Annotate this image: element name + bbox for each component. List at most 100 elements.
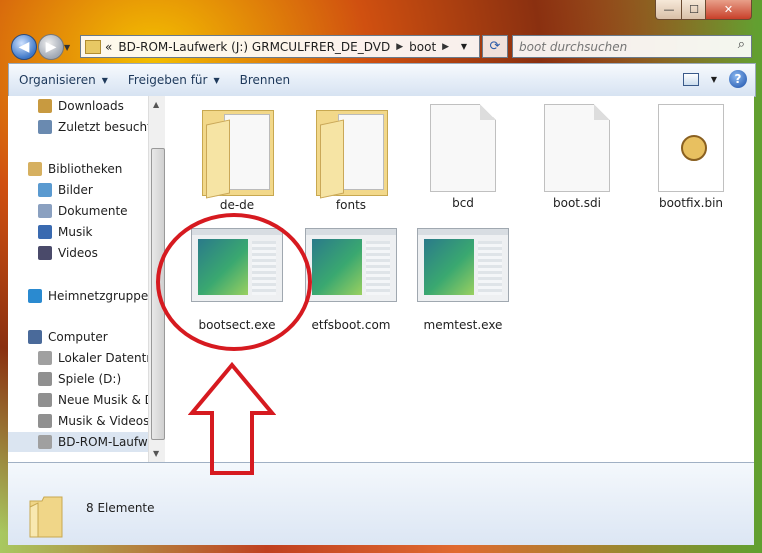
sidebar-item-icon [38,393,52,407]
sidebar-item-label: BD-ROM-Laufwerk [58,435,148,449]
sidebar-item-icon [38,120,52,134]
title-bar: — ☐ ✕ [0,0,762,30]
help-button[interactable]: ? [729,70,747,88]
close-button[interactable]: ✕ [705,0,752,20]
organize-button[interactable]: Organisieren ▼ [9,73,118,87]
sidebar-item-label: Downloads [58,99,124,113]
sidebar-item[interactable]: Musik & Videos ( [8,411,148,431]
breadcrumb-boot[interactable]: boot [409,40,436,54]
sidebar-item-icon [38,414,52,428]
chevron-right-icon[interactable]: ▶ [396,42,403,52]
sidebar-item[interactable]: Bilder [8,180,148,200]
address-overflow[interactable]: « [105,40,112,54]
command-bar: Organisieren ▼ Freigeben für ▼ Brennen ▼ ? [8,63,756,97]
sidebar-item-icon [38,246,52,260]
share-button[interactable]: Freigeben für ▼ [118,73,230,87]
address-bar[interactable]: « BD-ROM-Laufwerk (J:) GRMCULFRER_DE_DVD… [80,35,480,58]
organize-label: Organisieren [19,73,96,87]
forward-arrow-icon: ▶ [45,39,57,55]
sidebar-item-label: Bibliotheken [48,162,123,176]
file-item[interactable]: bcd [413,104,513,210]
sidebar-item-label: Videos [58,246,98,260]
minimize-button[interactable]: — [655,0,683,20]
burn-label: Brennen [239,73,291,87]
back-arrow-icon: ◀ [18,39,30,55]
chevron-right-icon[interactable]: ▶ [442,42,449,52]
search-box[interactable]: ⌕ [512,35,752,58]
folder-icon [85,39,101,54]
sidebar-item-icon [28,289,42,303]
sidebar-item[interactable]: Lokaler Datenträ [8,348,148,368]
scroll-up-icon[interactable]: ▲ [153,100,159,109]
sidebar-item[interactable]: Heimnetzgruppe [8,286,148,306]
sidebar-item-icon [28,330,42,344]
details-pane: 8 Elemente [8,462,754,545]
sidebar-item[interactable]: Bibliotheken [8,159,148,179]
back-button[interactable]: ◀ [11,34,37,60]
search-input[interactable] [513,38,731,55]
document-icon [430,104,496,192]
search-icon[interactable]: ⌕ [738,37,745,52]
sidebar-item[interactable]: Neue Musik & Di [8,390,148,410]
sidebar-item-label: Musik [58,225,93,239]
sidebar-item-label: Spiele (D:) [58,372,122,386]
sidebar-item-icon [38,183,52,197]
highlight-circle [156,213,312,351]
document-icon [544,104,610,192]
sidebar-item[interactable]: Computer [8,327,148,347]
binary-file-icon [658,104,724,192]
file-name: boot.sdi [552,196,602,210]
application-icon [305,228,397,302]
up-arrow-annotation [188,361,276,475]
file-item[interactable]: memtest.exe [413,228,513,332]
view-dropdown-icon[interactable]: ▼ [711,75,717,84]
sidebar-item-icon [38,435,52,449]
sidebar-item[interactable]: Musik [8,222,148,242]
view-options-icon[interactable] [682,72,699,86]
file-name: bootfix.bin [658,196,724,210]
dropdown-arrow-icon: ▼ [101,75,108,85]
sidebar-item[interactable]: Spiele (D:) [8,369,148,389]
share-label: Freigeben für [127,73,208,87]
file-name: fonts [335,198,367,212]
file-item[interactable]: fonts [301,104,401,212]
sidebar-item[interactable]: Zuletzt besucht [8,117,148,137]
refresh-button[interactable]: ⟳ [482,35,508,58]
sidebar-item-label: Dokumente [58,204,128,218]
file-item[interactable]: de-de [187,104,287,212]
sidebar-item-label: Computer [48,330,108,344]
folder-icon [202,104,274,199]
refresh-icon: ⟳ [489,39,501,54]
application-icon [417,228,509,302]
folder-icon [316,104,388,199]
file-item[interactable]: boot.sdi [527,104,627,210]
forward-button[interactable]: ▶ [38,34,64,60]
sidebar-item-label: Musik & Videos ( [58,414,148,428]
sidebar-item-icon [38,204,52,218]
file-name: memtest.exe [423,318,503,332]
item-count: 8 Elemente [86,501,155,515]
scroll-down-icon[interactable]: ▼ [153,449,159,458]
file-name: bcd [452,196,474,210]
navigation-pane: Downloads Zuletzt besucht Bibliotheken Bild… [8,96,148,462]
sidebar-item-icon [38,351,52,365]
sidebar-item[interactable]: Downloads [8,96,148,116]
file-item[interactable]: bootfix.bin [641,104,741,210]
file-item[interactable]: etfsboot.com [301,228,401,332]
sidebar-item-label: Lokaler Datenträ [58,351,148,365]
help-icon: ? [734,72,742,86]
burn-button[interactable]: Brennen [230,73,300,87]
address-dropdown-icon[interactable]: ▼ [461,42,467,51]
sidebar-item-icon [38,99,52,113]
breadcrumb-drive[interactable]: BD-ROM-Laufwerk (J:) GRMCULFRER_DE_DVD [118,40,390,54]
history-dropdown-icon[interactable]: ▼ [64,43,70,52]
sidebar-item[interactable]: BD-ROM-Laufwerk [8,432,148,452]
sidebar-item[interactable]: Videos [8,243,148,263]
sidebar-item-label: Zuletzt besucht [58,120,148,134]
sidebar-item-icon [38,372,52,386]
sidebar-item-label: Bilder [58,183,93,197]
sidebar-item[interactable]: Dokumente [8,201,148,221]
explorer-window: — ☐ ✕ ◀ ▶ ▼ « BD-ROM-Laufwerk (J:) GRMCU… [0,0,762,553]
maximize-button[interactable]: ☐ [681,0,707,20]
folder-icon [29,496,63,538]
